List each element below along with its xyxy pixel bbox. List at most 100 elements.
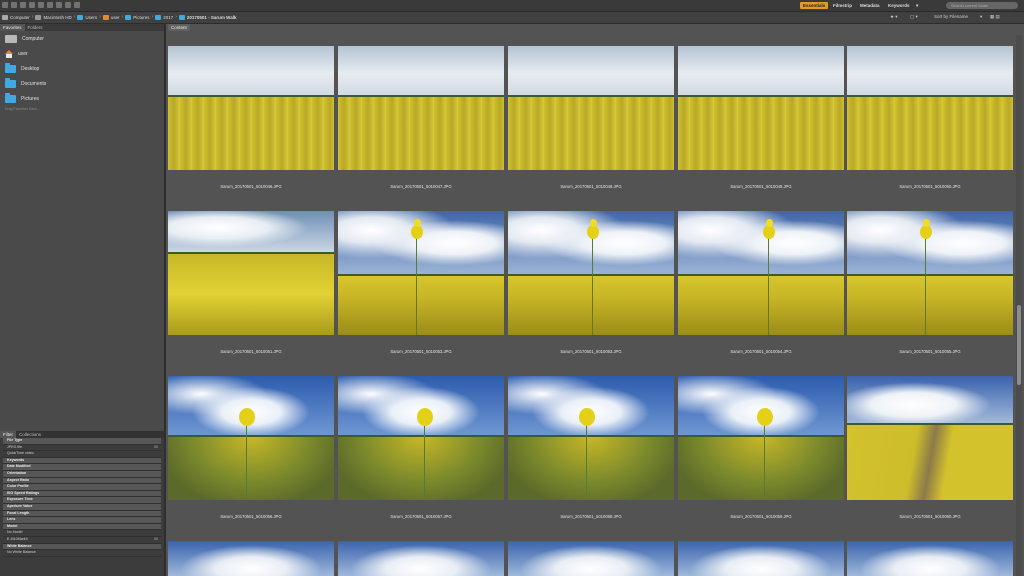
view-options-icon[interactable]: ▦ ▤ [990, 14, 1000, 20]
crumb-2017[interactable]: 2017 [155, 14, 173, 20]
refine-icon[interactable] [47, 2, 53, 8]
thumbnail[interactable] [508, 541, 674, 576]
favorite-pictures[interactable]: Pictures [0, 91, 164, 106]
horizon-line [847, 95, 1013, 97]
filter-category[interactable]: Aperture Value [3, 503, 161, 511]
thumbnail[interactable] [508, 211, 674, 335]
scrollbar-thumb[interactable] [1017, 305, 1021, 385]
filter-category[interactable]: Orientation [3, 470, 161, 478]
tab-folders[interactable]: Folders [25, 24, 46, 31]
thumbnail[interactable] [338, 211, 504, 335]
thumbnail[interactable] [678, 46, 844, 170]
thumbnail[interactable] [847, 211, 1013, 335]
back-icon[interactable] [2, 2, 8, 8]
horizon-line [678, 274, 844, 276]
favorite-documents[interactable]: Documents [0, 76, 164, 91]
favorite-label: Documents [21, 80, 47, 87]
filter-option[interactable]: JPEG file 50 [3, 445, 161, 452]
forward-icon[interactable] [11, 2, 17, 8]
favorite-user[interactable]: user [0, 46, 164, 61]
sort-chevron-icon[interactable]: ▾ [980, 14, 982, 20]
crumb-computer[interactable]: Computer [2, 14, 30, 20]
new-folder-icon[interactable]: ▢ ▾ [910, 14, 918, 20]
flower-stem [592, 233, 593, 335]
filter-label: Exposure Time [7, 497, 33, 502]
recent-icon[interactable] [20, 2, 26, 8]
boomerang-icon[interactable] [29, 2, 35, 8]
horizon-line [338, 95, 504, 97]
workspace-keywords[interactable]: Keywords [888, 2, 910, 9]
filter-items-icon[interactable]: ★ ▾ [890, 14, 898, 20]
thumbnail[interactable] [168, 541, 334, 576]
flower-stem [764, 416, 765, 500]
thumbnail-filename: Sarum_20170501_5010059.JPG [730, 514, 792, 519]
crumb-macintosh-hd[interactable]: Macintosh HD [35, 14, 72, 20]
filter-category[interactable]: Exposure Time [3, 497, 161, 504]
search-input[interactable]: Search current folder [946, 2, 1018, 9]
filter-category[interactable]: Model [3, 523, 161, 531]
thumbnail[interactable] [678, 211, 844, 335]
workspace-essentials[interactable]: Essentials [800, 2, 829, 9]
content-scrollbar[interactable] [1016, 35, 1022, 576]
filter-category[interactable]: Lens [3, 517, 161, 524]
sky-image-area [338, 211, 504, 275]
rotate-right-icon[interactable] [74, 2, 80, 8]
crumb-label: Computer [10, 14, 30, 20]
open-in-camera-raw-icon[interactable] [56, 2, 62, 8]
filter-label: Orientation [7, 470, 27, 475]
tab-content[interactable]: Content [168, 24, 190, 31]
thumbnail[interactable] [847, 46, 1013, 170]
thumbnail[interactable] [168, 46, 334, 170]
thumbnail[interactable] [338, 541, 504, 576]
favorites-hint: Drag Favorites Here... [5, 107, 40, 111]
thumbnail[interactable] [508, 46, 674, 170]
thumbnail[interactable] [168, 376, 334, 500]
field-image-area [168, 96, 334, 170]
filter-category[interactable]: White Balance [3, 543, 161, 551]
filter-tabs: Filter Collections [0, 431, 164, 438]
sort-dropdown[interactable]: Sort by Filename [934, 14, 968, 19]
crumb-user[interactable]: user [102, 14, 120, 20]
get-photos-icon[interactable] [38, 2, 44, 8]
filter-category[interactable]: ISO Speed Ratings [3, 490, 161, 498]
filter-category[interactable]: Focal Length [3, 510, 161, 518]
crumb-pictures[interactable]: Pictures [125, 14, 150, 20]
thumbnail-filename: Sarum_20170501_5010046.JPG [220, 184, 282, 189]
chevron-right-icon: › [121, 14, 124, 20]
field-image-area [847, 275, 1013, 335]
favorite-computer[interactable]: Computer [0, 31, 164, 46]
sky-image-area [847, 211, 1013, 275]
filter-option[interactable]: E-M10MarkII 50 [3, 537, 161, 544]
thumbnail[interactable] [338, 46, 504, 170]
rotate-left-icon[interactable] [65, 2, 71, 8]
workspace-menu-icon[interactable]: ▾ [916, 2, 918, 9]
filter-category[interactable]: Date Modified [3, 464, 161, 471]
filter-option[interactable]: No White Balance [3, 550, 161, 557]
filter-label: QuickTime video [7, 451, 34, 456]
thumbnail[interactable] [338, 376, 504, 500]
workspace-metadata[interactable]: Metadata [860, 2, 880, 9]
filter-category[interactable]: Aspect Ratio [3, 477, 161, 485]
tab-filter[interactable]: Filter [0, 431, 16, 438]
filter-option[interactable]: QuickTime video [3, 451, 161, 458]
filter-category[interactable]: Color Profile [3, 484, 161, 491]
tab-favorites[interactable]: Favorites [0, 24, 25, 31]
filter-option[interactable]: No Model [3, 530, 161, 537]
thumbnail[interactable] [678, 541, 844, 576]
crumb-users[interactable]: Users [77, 14, 97, 20]
thumbnail[interactable] [847, 376, 1013, 500]
thumbnail[interactable] [508, 376, 674, 500]
thumbnail[interactable] [168, 211, 334, 335]
thumbnail[interactable] [678, 376, 844, 500]
filter-label: ISO Speed Ratings [7, 490, 40, 495]
filter-category[interactable]: File Type [3, 438, 161, 445]
thumbnail[interactable] [847, 541, 1013, 576]
sky-image-area [338, 46, 504, 96]
filter-category[interactable]: Keywords [3, 457, 161, 465]
crumb-sarum-walk[interactable]: 20170501 - Sarum Walk [178, 14, 237, 20]
flower-head [587, 225, 599, 239]
workspace-filmstrip[interactable]: Filmstrip [833, 2, 852, 9]
filter-label: Color Profile [7, 484, 29, 489]
favorite-desktop[interactable]: Desktop [0, 61, 164, 76]
tab-collections[interactable]: Collections [16, 431, 44, 438]
